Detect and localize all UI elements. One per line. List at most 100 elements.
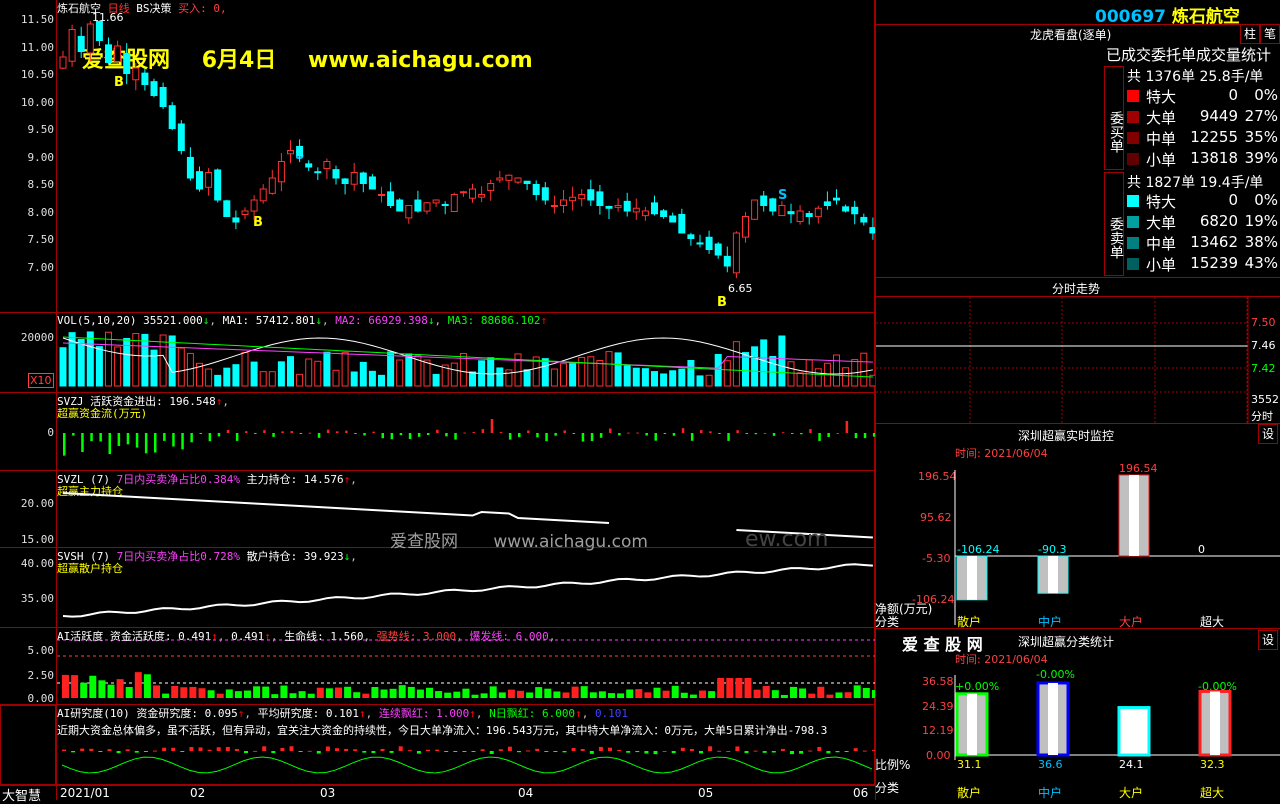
candle — [687, 234, 695, 240]
svzj-pane[interactable]: SVZJ 活跃资金进出: 196.548↑, 超赢资金流(万元) 0 — [0, 393, 875, 471]
activity-bar — [817, 686, 825, 698]
research-bar — [189, 747, 194, 751]
flow-bar — [854, 433, 858, 439]
volume-bar — [396, 359, 404, 387]
candle — [441, 203, 449, 207]
flow-bar — [363, 433, 366, 436]
ai-activity-pane[interactable]: AI活跃度 资金活跃度: 0.491↑, 0.491↑, 生命线: 1.560,… — [0, 628, 875, 705]
cls-cat-label: 分类 — [875, 781, 900, 795]
class-settings-button[interactable]: 设 — [1258, 630, 1278, 650]
fund-flow-chart[interactable] — [0, 393, 875, 471]
activity-bar — [608, 693, 615, 698]
activity-bar — [198, 688, 206, 698]
flow-bar — [809, 429, 812, 433]
candle — [632, 207, 640, 213]
candlestick-chart[interactable] — [0, 0, 875, 313]
volume-pane[interactable]: VOL(5,10,20) 35521.000↓, MA1: 57412.801↓… — [0, 313, 875, 393]
fs-title: 分时走势 — [1052, 282, 1101, 296]
research-bar — [817, 746, 822, 751]
sell-percent: 43% — [1244, 254, 1278, 272]
activity-bar — [153, 685, 160, 698]
class-time: 时间: 2021/06/04 — [955, 653, 1048, 666]
flow-bar — [408, 433, 412, 440]
candle — [496, 177, 504, 181]
research-bar — [98, 751, 103, 752]
research-bar — [635, 751, 640, 753]
research-bar — [380, 748, 385, 751]
activity-bar — [298, 691, 306, 698]
mon-tick: 95.62 — [920, 511, 952, 524]
ai-activity-chart[interactable] — [0, 628, 875, 705]
fs-unit: 分时 — [1251, 410, 1273, 423]
volume-bar — [860, 352, 868, 387]
flow-bar — [508, 433, 512, 440]
buy-percent: 35% — [1244, 128, 1278, 146]
sell-row: 中单 13462 38% — [1124, 233, 1280, 254]
buy-swatch — [1127, 111, 1139, 123]
kline-pane[interactable]: 炼石航空 日线 BS决策 买入: 0, 11.50 11.00 10.50 10.00… — [0, 0, 875, 800]
research-bar — [453, 751, 458, 752]
volume-bar — [450, 362, 458, 387]
ai-research-chart[interactable] — [0, 705, 875, 785]
cls-value: 24.1 — [1119, 758, 1144, 771]
activity-bar — [507, 689, 515, 698]
sell-percent: 0% — [1254, 191, 1278, 209]
candle — [387, 191, 395, 206]
candle — [68, 29, 76, 62]
research-bar — [644, 751, 649, 754]
buy-percent: 39% — [1244, 149, 1278, 167]
sell-row: 大单 6820 19% — [1124, 212, 1280, 233]
flow-bar — [172, 433, 175, 447]
volume-bar — [287, 356, 294, 387]
research-bar — [407, 750, 412, 752]
flow-bar — [499, 432, 503, 434]
activity-bar — [526, 692, 534, 698]
flow-bar — [235, 433, 239, 441]
candle — [168, 105, 176, 129]
candle — [368, 176, 376, 190]
cls-tick: 36.58 — [922, 675, 954, 688]
volume-bar — [560, 363, 567, 387]
research-bar — [680, 747, 685, 751]
research-bar — [862, 750, 867, 752]
research-bar — [853, 748, 858, 751]
monitor-settings-button[interactable]: 设 — [1258, 424, 1278, 444]
volume-bar — [487, 357, 495, 387]
flow-bar — [636, 432, 639, 434]
svsh-pane[interactable]: SVSH (7) 7日内买卖净占比0.728% 散户持仓: 39.923↓, 超… — [0, 548, 875, 628]
activity-bar — [571, 686, 579, 698]
flow-bar — [827, 433, 830, 437]
buy-row: 中单 12255 35% — [1124, 128, 1280, 149]
flow-bar — [181, 433, 184, 450]
buy-label: 中单 — [1146, 130, 1177, 148]
flow-bar — [536, 433, 539, 438]
tab-pen[interactable]: 笔 — [1260, 24, 1280, 44]
buy-percent: 27% — [1244, 107, 1278, 125]
retail-holding-line — [62, 563, 873, 618]
fs-tick: 7.46 — [1251, 339, 1276, 352]
cls-value: 36.6 — [1038, 758, 1063, 771]
flow-bar — [108, 433, 111, 455]
research-bar — [389, 751, 394, 753]
activity-bar — [426, 687, 433, 698]
buy-row: 特大 0 0% — [1124, 86, 1280, 107]
research-bar — [416, 751, 421, 754]
research-bar — [298, 751, 303, 752]
candle — [95, 20, 103, 41]
cls-percent: -0.00% — [1036, 668, 1075, 681]
research-bar — [116, 751, 121, 754]
ai-research-pane[interactable]: AI研究度(10) 资金研究度: 0.095↑, 平均研究度: 0.101↑, … — [0, 705, 875, 785]
volume-chart[interactable] — [0, 313, 875, 393]
flow-bar — [381, 433, 384, 439]
activity-bar — [553, 691, 561, 698]
volume-bar — [814, 368, 822, 387]
research-bar — [662, 750, 667, 752]
volume-bar — [168, 335, 176, 387]
volume-bar — [787, 361, 795, 387]
tab-bar[interactable]: 柱 — [1240, 24, 1260, 44]
retail-holding-chart[interactable] — [0, 548, 875, 628]
mon-value: 196.54 — [1119, 462, 1158, 475]
volume-bar — [769, 355, 777, 387]
sell-percent: 38% — [1244, 233, 1278, 251]
volume-bar — [214, 374, 222, 387]
